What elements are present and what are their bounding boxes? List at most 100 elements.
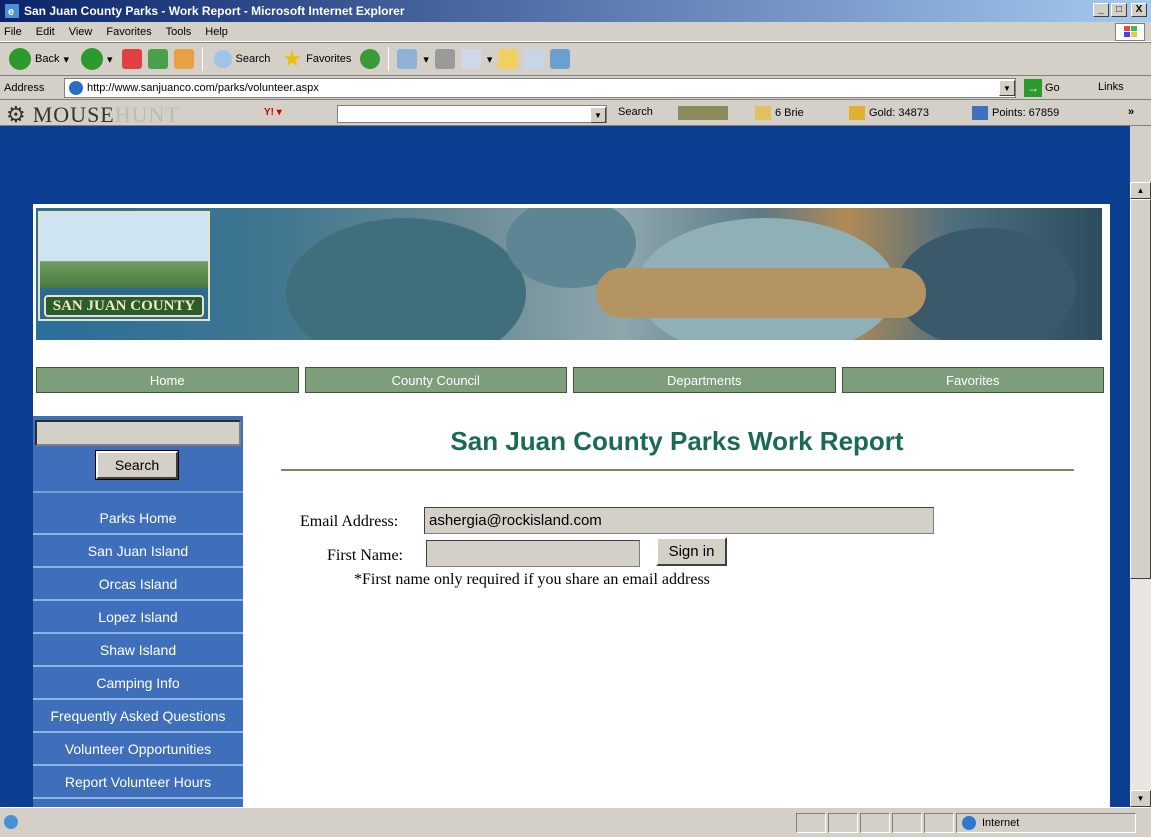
close-button[interactable]: X [1131, 3, 1147, 17]
mousehunt-toolbar: ⚙ MOUSE HUNT Y! ▾ ▼ Search 6 Brie Gold: 3… [0, 100, 1151, 128]
chevron-down-icon: ▾ [63, 53, 69, 66]
search-icon [213, 50, 232, 68]
status-cell [860, 813, 890, 833]
sidebar-divider [33, 491, 243, 493]
status-bar: Internet [0, 807, 1151, 837]
nav-departments[interactable]: Departments [573, 367, 836, 393]
points-chart-icon [972, 106, 988, 120]
home-icon[interactable] [173, 49, 194, 69]
browser-window: e San Juan County Parks - Work Report - … [0, 0, 1151, 837]
folder-icon[interactable] [498, 49, 519, 69]
sidebar-search-button[interactable]: Search [96, 451, 178, 479]
scroll-down-button[interactable]: ▼ [1130, 790, 1151, 807]
points-status[interactable]: Points: 67859 [972, 106, 1059, 120]
sidebar-item-volunteer-opportunities[interactable]: Volunteer Opportunities [33, 733, 243, 766]
sidebar-item-parks-home[interactable]: Parks Home [33, 502, 243, 535]
mousehunt-logo-text: MOUSE [32, 102, 115, 127]
edit-icon[interactable] [460, 49, 481, 69]
research-icon[interactable] [524, 49, 545, 69]
mousehunt-search-input[interactable]: ▼ [337, 105, 607, 123]
search-button[interactable]: Search [211, 48, 274, 70]
status-cell [924, 813, 954, 833]
address-input[interactable]: http://www.sanjuanco.com/parks/volunteer… [64, 78, 1016, 98]
window-title: San Juan County Parks - Work Report - Mi… [24, 4, 405, 18]
forward-button[interactable]: ▾ [78, 46, 116, 72]
email-field[interactable]: ashergia@rockisland.com [424, 507, 934, 534]
sidebar: Search Parks Home San Juan Island Orcas … [33, 416, 243, 807]
links-button[interactable]: Links [1098, 81, 1124, 93]
menu-edit[interactable]: Edit [36, 26, 55, 38]
chevron-down-icon: ▾ [423, 53, 429, 66]
scroll-up-button[interactable]: ▲ [1130, 182, 1151, 199]
sidebar-item-faq[interactable]: Frequently Asked Questions [33, 700, 243, 733]
menu-help[interactable]: Help [205, 26, 228, 38]
star-icon: ★ [282, 46, 303, 71]
sidebar-item-san-juan-island[interactable]: San Juan Island [33, 535, 243, 568]
mousehunt-shield-icon: ⚙ [6, 102, 27, 127]
gold-status[interactable]: Gold: 34873 [849, 106, 929, 120]
sidebar-item-camping-info[interactable]: Camping Info [33, 667, 243, 700]
go-label: Go [1045, 82, 1060, 94]
refresh-icon[interactable] [147, 49, 168, 69]
mousehunt-search-button[interactable]: Search [618, 106, 653, 118]
favorites-button[interactable]: ★ Favorites [279, 44, 354, 74]
status-cell [796, 813, 826, 833]
sign-in-button[interactable]: Sign in [656, 537, 727, 566]
trap-icon[interactable] [678, 106, 728, 120]
cheese-status[interactable]: 6 Brie [755, 106, 804, 120]
nav-favorites[interactable]: Favorites [841, 367, 1104, 393]
chevron-right-icon[interactable]: » [1128, 106, 1134, 118]
stop-icon[interactable] [121, 49, 142, 69]
status-cell [828, 813, 858, 833]
vertical-scrollbar[interactable]: ▲ ▼ [1130, 182, 1151, 807]
county-logo[interactable]: SAN JUAN COUNTY [38, 211, 210, 321]
standard-toolbar: Back ▾ ▾ Search ★ Favorites ▾ ▾ [0, 42, 1151, 76]
search-label: Search [235, 53, 271, 65]
sidebar-item-report-volunteer-hours[interactable]: Report Volunteer Hours [33, 766, 243, 799]
address-label: Address [4, 81, 45, 94]
first-name-field[interactable] [426, 540, 640, 567]
mousehunt-dropdown-button[interactable]: ▼ [590, 107, 606, 123]
chevron-down-icon: ▾ [486, 53, 493, 66]
sidebar-search-input[interactable] [35, 420, 241, 446]
status-cell [892, 813, 922, 833]
mail-icon[interactable] [397, 49, 418, 69]
cheese-label: 6 Brie [775, 107, 804, 119]
gold-icon [849, 106, 865, 120]
address-url: http://www.sanjuanco.com/parks/volunteer… [87, 82, 319, 94]
toolbar-divider [201, 47, 203, 71]
email-label: Email Address: [300, 513, 399, 530]
favorites-label: Favorites [306, 53, 352, 65]
points-label: Points: 67859 [992, 107, 1060, 119]
menu-view[interactable]: View [69, 26, 93, 38]
yahoo-icon[interactable]: Y! ▾ [264, 107, 282, 118]
back-button[interactable]: Back ▾ [6, 46, 72, 72]
chevron-down-icon: ▾ [107, 53, 113, 66]
messenger-icon[interactable] [550, 49, 571, 69]
address-bar: Address http://www.sanjuanco.com/parks/v… [0, 76, 1151, 100]
print-icon[interactable] [434, 49, 455, 69]
menu-file[interactable]: File [4, 26, 22, 38]
go-button[interactable]: → Go [1024, 79, 1060, 97]
maximize-button[interactable]: □ [1111, 3, 1127, 17]
scroll-thumb[interactable] [1130, 199, 1151, 579]
menu-favorites[interactable]: Favorites [106, 26, 151, 38]
page-icon [69, 81, 83, 95]
history-icon[interactable] [360, 49, 381, 69]
gold-label: Gold: 34873 [869, 107, 929, 119]
sidebar-item-shaw-island[interactable]: Shaw Island [33, 634, 243, 667]
forward-arrow-icon [81, 48, 103, 70]
page-background [0, 126, 1130, 182]
nav-home[interactable]: Home [36, 367, 299, 393]
mousehunt-logo[interactable]: ⚙ MOUSE HUNT [6, 102, 180, 128]
menu-tools[interactable]: Tools [166, 26, 192, 38]
svg-text:e: e [8, 6, 14, 18]
sidebar-item-orcas-island[interactable]: Orcas Island [33, 568, 243, 601]
back-label: Back [35, 53, 60, 65]
toolbar-divider [388, 47, 390, 71]
sidebar-item-lopez-island[interactable]: Lopez Island [33, 601, 243, 634]
address-dropdown-button[interactable]: ▼ [999, 80, 1015, 96]
main-nav: Home County Council Departments Favorite… [36, 367, 1104, 393]
nav-county-council[interactable]: County Council [304, 367, 567, 393]
minimize-button[interactable]: _ [1093, 3, 1109, 17]
